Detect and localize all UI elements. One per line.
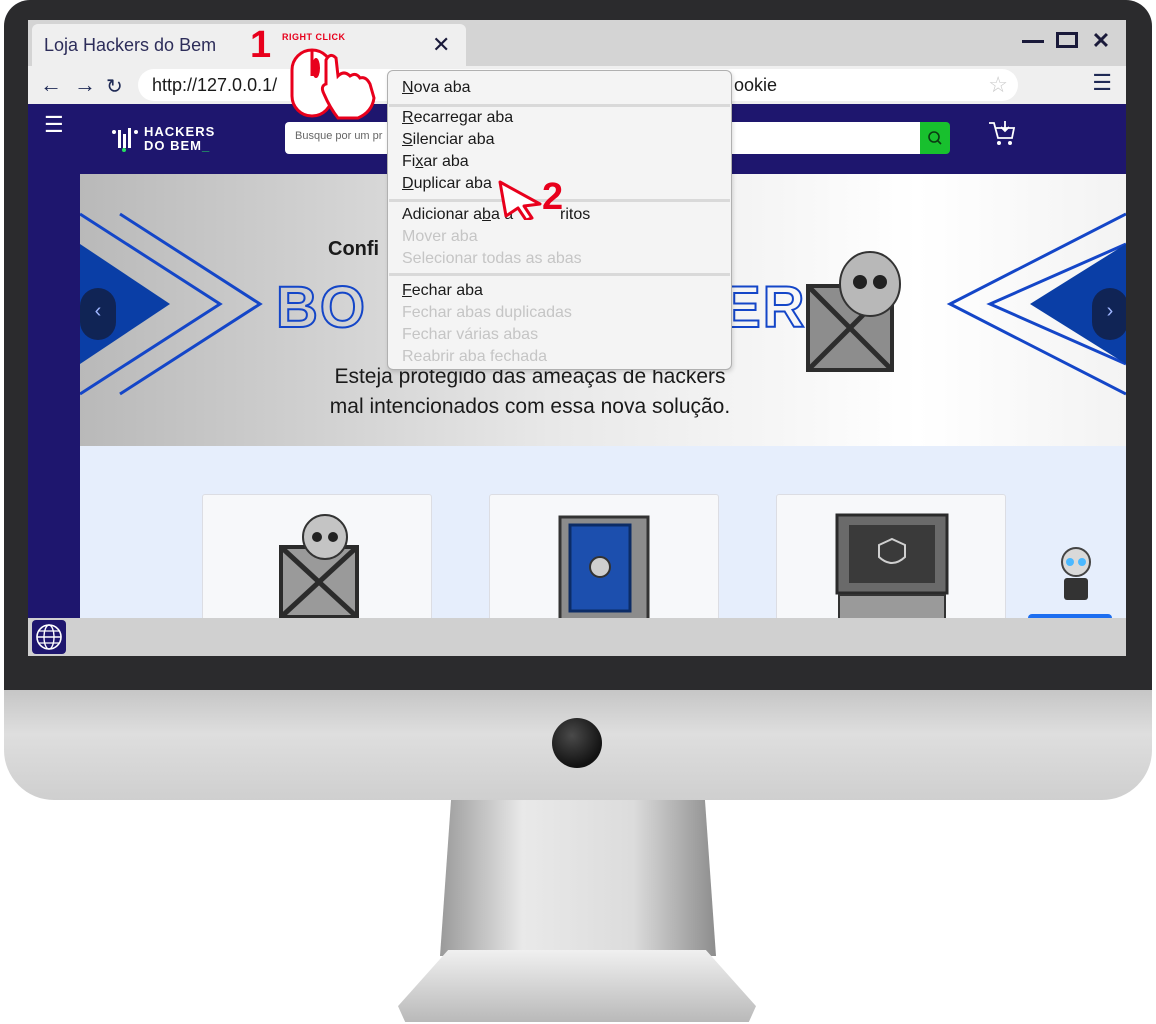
- bookmark-star-icon[interactable]: ☆: [988, 72, 1008, 98]
- tab-context-menu: Nova aba Recarregar aba Silenciar aba Fi…: [387, 70, 732, 370]
- url-text-start: http://127.0.0.1/: [152, 75, 278, 95]
- menu-item-nova-aba[interactable]: Nova aba: [402, 79, 471, 97]
- laptop-product-image: [835, 513, 949, 622]
- close-tab-icon[interactable]: ✕: [432, 32, 450, 58]
- menu-item-fixar-aba[interactable]: Fixar aba: [402, 153, 469, 171]
- back-icon[interactable]: ←: [40, 72, 62, 98]
- product-card[interactable]: [776, 494, 1006, 624]
- skull-box-graphic: [806, 251, 901, 372]
- chevron-left-icon: ‹: [94, 300, 102, 322]
- robot-mascot-icon: [1061, 547, 1091, 600]
- menu-item-recarregar-aba[interactable]: Recarregar aba: [402, 109, 513, 127]
- tab-bar: Loja Hackers do Bem ✕ ✕: [28, 20, 1126, 66]
- skull-box-product-image: [279, 514, 359, 619]
- menu-item-mover-aba: Mover aba: [402, 228, 478, 245]
- hand-mouse-click-icon: [290, 48, 376, 120]
- menu-item-fechar-abas-duplicadas: Fechar abas duplicadas: [402, 304, 572, 321]
- product-card[interactable]: [202, 494, 432, 624]
- logo-text-line2: DO BEM: [144, 138, 202, 153]
- product-card[interactable]: [489, 494, 719, 624]
- step-1-number: 1: [250, 24, 272, 66]
- carousel-next-button[interactable]: ›: [1092, 288, 1126, 340]
- logo-text-line1: HACKERS: [144, 124, 216, 139]
- product-grid: [28, 446, 1126, 634]
- menu-item-adicionar-aba-favoritos-suffix: ritos: [560, 206, 591, 223]
- menu-separator: [389, 273, 730, 276]
- browser-menu-icon[interactable]: ☰: [1092, 70, 1112, 96]
- power-button: [552, 718, 602, 768]
- minimize-icon[interactable]: [1022, 28, 1044, 54]
- search-icon: [928, 131, 942, 145]
- menu-separator: [389, 104, 730, 107]
- url-text-end: ookie: [734, 75, 778, 95]
- monitor-stand-base: [398, 950, 756, 1022]
- menu-item-selecionar-todas-abas: Selecionar todas as abas: [402, 250, 582, 267]
- site-logo[interactable]: HACKERS DO BEM_: [110, 122, 220, 158]
- cursor-arrow-icon: [498, 180, 542, 220]
- safe-product-image: [558, 515, 650, 623]
- maximize-icon[interactable]: [1056, 28, 1078, 54]
- logo-mark-icon: [112, 128, 138, 152]
- banner-subtitle: Esteja protegido das ameaças de hackers …: [80, 362, 980, 422]
- window-controls: ✕: [1022, 28, 1112, 54]
- cart-icon[interactable]: [986, 118, 1018, 150]
- search-placeholder: Busque por um pr: [295, 130, 383, 142]
- search-button[interactable]: [920, 122, 950, 154]
- forward-icon[interactable]: →: [74, 72, 96, 98]
- globe-icon[interactable]: [32, 620, 66, 654]
- reload-icon[interactable]: ↻: [106, 74, 123, 99]
- banner-title-right: ER: [721, 274, 807, 341]
- site-menu-icon[interactable]: ☰: [44, 112, 64, 138]
- chevron-right-icon: ›: [1106, 300, 1114, 322]
- right-click-label: RIGHT CLICK: [282, 32, 346, 42]
- carousel-prev-button[interactable]: ‹: [80, 288, 116, 340]
- menu-item-fechar-aba[interactable]: Fechar aba: [402, 282, 483, 300]
- close-window-icon[interactable]: ✕: [1090, 28, 1112, 54]
- tab-title: Loja Hackers do Bem: [44, 35, 217, 55]
- menu-item-duplicar-aba[interactable]: Duplicar aba: [402, 175, 492, 193]
- banner-subtitle-line2: mal intencionados com essa nova solução.: [329, 395, 731, 418]
- tab-active[interactable]: Loja Hackers do Bem ✕: [32, 24, 466, 66]
- monitor-stand-neck: [440, 800, 716, 956]
- menu-item-fechar-varias-abas: Fechar várias abas: [402, 326, 539, 343]
- menu-item-reabrir-aba-fechada: Reabrir aba fechada: [402, 348, 547, 365]
- banner-title-left: BO: [275, 274, 367, 341]
- status-bar: [28, 618, 1126, 656]
- menu-item-silenciar-aba[interactable]: Silenciar aba: [402, 131, 495, 149]
- logo-underscore: _: [202, 138, 211, 153]
- banner-heading-line1: Confi: [328, 238, 380, 260]
- step-2-number: 2: [542, 176, 564, 218]
